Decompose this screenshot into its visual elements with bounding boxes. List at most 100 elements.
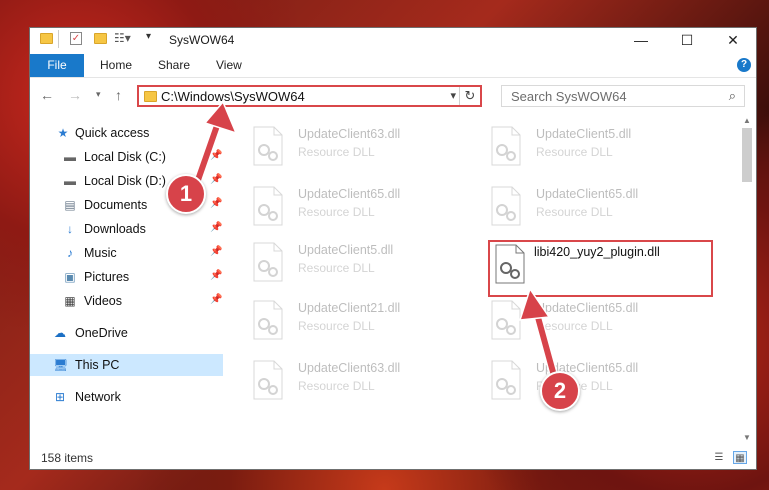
sidebar-item-downloads[interactable]: ↓ Downloads 📌 bbox=[30, 218, 223, 240]
pin-icon[interactable]: 📌 bbox=[210, 222, 222, 233]
file-name: UpdateClient65.dll bbox=[536, 301, 639, 315]
vertical-scrollbar[interactable]: ▲ ▼ bbox=[739, 112, 756, 446]
navigation-bar: ← → ▾ ↑ C:\Windows\SysWOW64 ▾ ↻ Search S… bbox=[30, 78, 756, 112]
window-title: SysWOW64 bbox=[169, 33, 235, 47]
sidebar-item-label: Local Disk (C:) bbox=[84, 150, 166, 164]
file-description: Resource DLL bbox=[298, 379, 375, 393]
file-item[interactable]: UpdateClient21.dll Resource DLL bbox=[246, 298, 476, 342]
refresh-icon[interactable]: ↻ bbox=[459, 87, 480, 105]
file-description: Resource DLL bbox=[298, 261, 375, 275]
pin-icon[interactable]: 📌 bbox=[210, 246, 222, 257]
file-item[interactable]: UpdateClient63.dll Resource DLL bbox=[246, 124, 476, 168]
tab-share[interactable]: Share bbox=[158, 54, 190, 77]
drive-icon: ▬ bbox=[64, 174, 76, 188]
pin-icon[interactable]: 📌 bbox=[210, 198, 222, 209]
computer-icon: 🖥 bbox=[53, 358, 69, 372]
network-icon: ⊞ bbox=[54, 390, 66, 404]
search-box[interactable]: Search SysWOW64 ⌕ bbox=[501, 85, 745, 107]
search-icon[interactable]: ⌕ bbox=[729, 88, 736, 104]
file-name: UpdateClient21.dll bbox=[298, 301, 401, 315]
file-item[interactable]: UpdateClient65.dll Resource DLL bbox=[246, 184, 476, 228]
dll-file-icon bbox=[253, 186, 283, 226]
sidebar-item-label: Pictures bbox=[84, 270, 130, 284]
dll-file-icon bbox=[491, 186, 521, 226]
dll-file-icon bbox=[253, 300, 283, 340]
dll-file-icon bbox=[491, 300, 521, 340]
sidebar-item-local-disk-c[interactable]: ▬ Local Disk (C:) 📌 bbox=[30, 146, 223, 168]
scroll-up-icon[interactable]: ▲ bbox=[743, 116, 751, 125]
sidebar-item-pictures[interactable]: ▣ Pictures 📌 bbox=[30, 266, 223, 288]
search-placeholder: Search SysWOW64 bbox=[511, 89, 627, 104]
file-item[interactable]: UpdateClient65.dll Resource DLL bbox=[484, 298, 714, 342]
sidebar-item-label: Downloads bbox=[84, 222, 146, 236]
pin-icon[interactable]: 📌 bbox=[210, 174, 222, 185]
sidebar-item-quick-access[interactable]: ★ Quick access bbox=[30, 122, 223, 144]
dll-file-icon bbox=[491, 126, 521, 166]
tab-view[interactable]: View bbox=[216, 54, 242, 77]
ribbon: File Home Share View ? bbox=[30, 52, 756, 78]
tab-home[interactable]: Home bbox=[100, 54, 132, 77]
sidebar-item-label: Videos bbox=[84, 294, 122, 308]
step-2-badge: 2 bbox=[540, 371, 580, 411]
back-arrow-icon[interactable]: ← bbox=[40, 87, 54, 103]
pictures-icon: ▣ bbox=[64, 270, 76, 284]
title-bar: ✓ ☷▾ ▾ SysWOW64 — ☐ ✕ bbox=[30, 28, 756, 52]
sidebar-item-label: Network bbox=[75, 390, 121, 404]
minimize-button[interactable]: — bbox=[618, 28, 664, 52]
tab-file[interactable]: File bbox=[30, 54, 84, 77]
file-item[interactable]: UpdateClient5.dll Resource DLL bbox=[484, 124, 714, 168]
file-name: UpdateClient65.dll bbox=[298, 187, 401, 201]
sidebar-item-this-pc[interactable]: 🖥 This PC bbox=[30, 354, 223, 376]
customize-toolbar-icon[interactable]: ☷▾ bbox=[114, 31, 131, 45]
navigation-pane: ★ Quick access ▬ Local Disk (C:) 📌 ▬ Loc… bbox=[30, 116, 223, 438]
file-item[interactable]: UpdateClient65.dll Resource DLL bbox=[484, 184, 714, 228]
forward-arrow-icon[interactable]: → bbox=[68, 87, 82, 103]
file-name: UpdateClient5.dll bbox=[536, 127, 632, 141]
explorer-window: ✓ ☷▾ ▾ SysWOW64 — ☐ ✕ File Home Share Vi… bbox=[29, 27, 757, 470]
file-item[interactable]: UpdateClient5.dll Resource DLL bbox=[246, 240, 476, 284]
file-name: UpdateClient65.dll bbox=[536, 187, 639, 201]
status-bar: 158 items ☰ ▦ bbox=[30, 447, 756, 469]
document-icon: ▤ bbox=[64, 198, 76, 212]
cloud-icon: ☁ bbox=[54, 326, 66, 340]
scroll-thumb[interactable] bbox=[742, 128, 752, 182]
scroll-down-icon[interactable]: ▼ bbox=[743, 433, 751, 442]
file-name: UpdateClient5.dll bbox=[298, 243, 394, 257]
sidebar-item-network[interactable]: ⊞ Network bbox=[30, 386, 223, 408]
folder-icon bbox=[144, 91, 157, 102]
chevron-down-icon[interactable]: ▾ bbox=[450, 89, 456, 102]
music-icon: ♪ bbox=[67, 246, 73, 260]
sidebar-item-onedrive[interactable]: ☁ OneDrive bbox=[30, 322, 223, 344]
step-1-badge: 1 bbox=[166, 174, 206, 214]
up-arrow-icon[interactable]: ↑ bbox=[115, 87, 122, 103]
recent-locations-chevron-icon[interactable]: ▾ bbox=[96, 89, 101, 100]
star-icon: ★ bbox=[57, 126, 69, 140]
folder-icon bbox=[40, 33, 53, 44]
file-description: Resource DLL bbox=[536, 145, 613, 159]
new-folder-icon[interactable] bbox=[94, 33, 107, 44]
sidebar-item-label: Music bbox=[84, 246, 117, 260]
sidebar-item-label: This PC bbox=[75, 358, 120, 372]
file-description: Resource DLL bbox=[298, 145, 375, 159]
properties-icon[interactable]: ✓ bbox=[70, 32, 82, 45]
file-item[interactable]: UpdateClient65.dll Resource DLL bbox=[484, 358, 714, 402]
help-icon[interactable]: ? bbox=[737, 58, 751, 72]
file-description: Resource DLL bbox=[298, 319, 375, 333]
maximize-button[interactable]: ☐ bbox=[664, 28, 710, 52]
pin-icon[interactable]: 📌 bbox=[210, 150, 222, 161]
address-bar[interactable]: C:\Windows\SysWOW64 ▾ ↻ bbox=[137, 85, 482, 107]
drive-icon: ▬ bbox=[64, 150, 76, 164]
details-view-icon[interactable]: ☰ bbox=[712, 451, 726, 464]
file-item[interactable]: UpdateClient63.dll Resource DLL bbox=[246, 358, 476, 402]
file-name: UpdateClient63.dll bbox=[298, 361, 401, 375]
address-path: C:\Windows\SysWOW64 bbox=[161, 89, 305, 104]
close-button[interactable]: ✕ bbox=[710, 28, 756, 52]
large-icons-view-icon[interactable]: ▦ bbox=[733, 451, 747, 464]
sidebar-item-videos[interactable]: ▦ Videos 📌 bbox=[30, 290, 223, 312]
sidebar-item-music[interactable]: ♪ Music 📌 bbox=[30, 242, 223, 264]
dll-file-icon bbox=[253, 242, 283, 282]
dll-file-icon bbox=[253, 360, 283, 400]
toolbar-dropdown-icon[interactable]: ▾ bbox=[146, 31, 151, 42]
pin-icon[interactable]: 📌 bbox=[210, 270, 222, 281]
pin-icon[interactable]: 📌 bbox=[210, 294, 222, 305]
